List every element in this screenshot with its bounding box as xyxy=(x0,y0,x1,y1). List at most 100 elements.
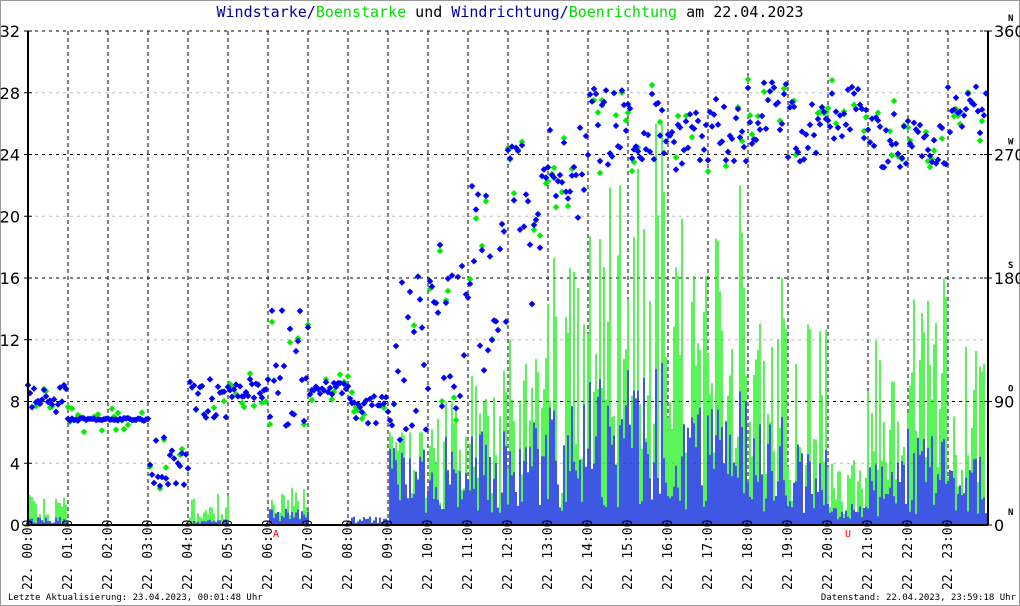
gust-direction-point xyxy=(444,287,452,295)
wind-direction-point xyxy=(164,480,172,488)
wind-direction-point xyxy=(556,171,564,179)
wind-direction-point xyxy=(762,125,770,133)
wind-direction-point xyxy=(296,307,304,315)
gust-direction-point xyxy=(688,133,696,141)
wind-direction-point xyxy=(150,479,158,487)
wind-direction-point xyxy=(566,188,574,195)
wind-direction-point xyxy=(838,132,846,140)
wind-direction-point xyxy=(846,126,854,133)
wind-direction-point xyxy=(394,367,402,375)
wind-direction-point xyxy=(478,246,486,254)
wind-direction-point xyxy=(980,112,988,119)
wind-direction-point xyxy=(682,118,690,125)
wind-direction-point xyxy=(446,373,454,380)
right-tick-label: 90 xyxy=(994,393,1014,412)
gust-direction-point xyxy=(888,152,896,159)
wind-direction-point xyxy=(584,151,592,159)
wind-direction-point xyxy=(352,414,360,422)
wind-direction-point xyxy=(300,417,308,425)
wind-direction-point xyxy=(408,422,416,429)
wind-direction-point xyxy=(392,342,400,350)
x-tick-label: 22. 00:00 xyxy=(21,520,36,590)
wind-direction-point xyxy=(250,394,258,402)
gust-direction-point xyxy=(108,405,116,413)
wind-direction-point xyxy=(830,135,838,142)
wind-direction-point xyxy=(194,390,202,397)
wind-direction-point xyxy=(700,146,708,154)
x-tick-label: 22. 20:00 xyxy=(821,520,836,590)
gust-direction-point xyxy=(308,396,316,404)
right-tick-label: 270 xyxy=(994,146,1020,165)
gust-direction-point xyxy=(268,318,276,326)
wind-direction-point xyxy=(338,389,346,397)
wind-direction-point xyxy=(460,352,468,359)
wind-direction-point xyxy=(560,139,568,146)
wind-direction-point xyxy=(278,307,286,314)
compass-label: S xyxy=(1008,261,1013,271)
gust-direction-point xyxy=(744,76,752,83)
wind-direction-point xyxy=(364,419,372,427)
wind-direction-point xyxy=(850,90,858,97)
x-tick-label: 22. 11:00 xyxy=(461,520,476,590)
sun-marker-A: A xyxy=(273,529,279,540)
wind-direction-point xyxy=(368,401,376,409)
wind-direction-point xyxy=(672,166,680,173)
wind-direction-point xyxy=(678,160,686,167)
wind-direction-point xyxy=(456,392,464,400)
wind-direction-point xyxy=(910,119,918,127)
wind-direction-point xyxy=(916,121,924,129)
wind-direction-point xyxy=(404,313,412,321)
wind-direction-point xyxy=(372,419,380,427)
wind-direction-point xyxy=(276,374,284,382)
gust-direction-point xyxy=(890,97,898,105)
x-tick-label: 22. 04:00 xyxy=(181,520,196,590)
gust-direction-point xyxy=(98,427,106,434)
right-tick-label: 180 xyxy=(994,269,1020,288)
compass-label: W xyxy=(1008,138,1014,148)
left-tick-label: 16 xyxy=(0,269,20,288)
wind-direction-point xyxy=(896,163,904,171)
gust-direction-point xyxy=(536,232,544,239)
left-tick-label: 20 xyxy=(0,207,20,226)
wind-direction-point xyxy=(402,425,410,433)
gust-direction-point xyxy=(120,425,128,433)
wind-direction-point xyxy=(494,326,502,334)
x-tick-label: 22. 08:00 xyxy=(341,520,356,590)
data-timestamp: Datenstand: 22.04.2023, 23:59:18 Uhr xyxy=(820,593,1016,603)
wind-direction-point xyxy=(450,383,458,390)
x-tick-label: 22. 10:00 xyxy=(421,520,436,590)
wind-direction-point xyxy=(270,377,278,385)
wind-direction-point xyxy=(440,374,448,382)
wind-direction-point xyxy=(192,405,200,413)
x-tick-label: 22. 03:00 xyxy=(141,520,156,590)
wind-direction-point xyxy=(740,143,748,151)
x-tick-label: 22. 02:00 xyxy=(101,520,116,590)
wind-direction-point xyxy=(424,385,432,393)
wind-direction-point xyxy=(184,465,192,472)
gust-direction-point xyxy=(138,409,146,416)
wind-direction-point xyxy=(552,192,560,200)
wind-direction-point xyxy=(804,144,812,152)
wind-direction-point xyxy=(206,376,214,383)
wind-direction-point xyxy=(274,389,282,397)
wind-direction-point xyxy=(738,128,746,135)
gust-direction-point xyxy=(336,371,344,378)
wind-direction-point xyxy=(780,90,788,98)
gust-direction-point xyxy=(674,112,682,120)
wind-direction-point xyxy=(976,129,984,137)
left-tick-label: 32 xyxy=(0,22,20,41)
wind-direction-point xyxy=(470,257,478,265)
wind-direction-point xyxy=(474,191,482,198)
gust-direction-point xyxy=(220,397,228,405)
wind-direction-point xyxy=(438,402,446,410)
gust-direction-point xyxy=(124,421,132,429)
wind-direction-point xyxy=(670,138,678,146)
gust-direction-point xyxy=(930,147,938,154)
wind-direction-point xyxy=(952,94,960,102)
wind-direction-point xyxy=(828,90,836,97)
wind-direction-point xyxy=(764,96,772,104)
gust-direction-point xyxy=(450,394,458,401)
wind-direction-point xyxy=(572,171,580,179)
sun-marker-U: U xyxy=(845,529,851,540)
wind-direction-point xyxy=(468,182,476,190)
